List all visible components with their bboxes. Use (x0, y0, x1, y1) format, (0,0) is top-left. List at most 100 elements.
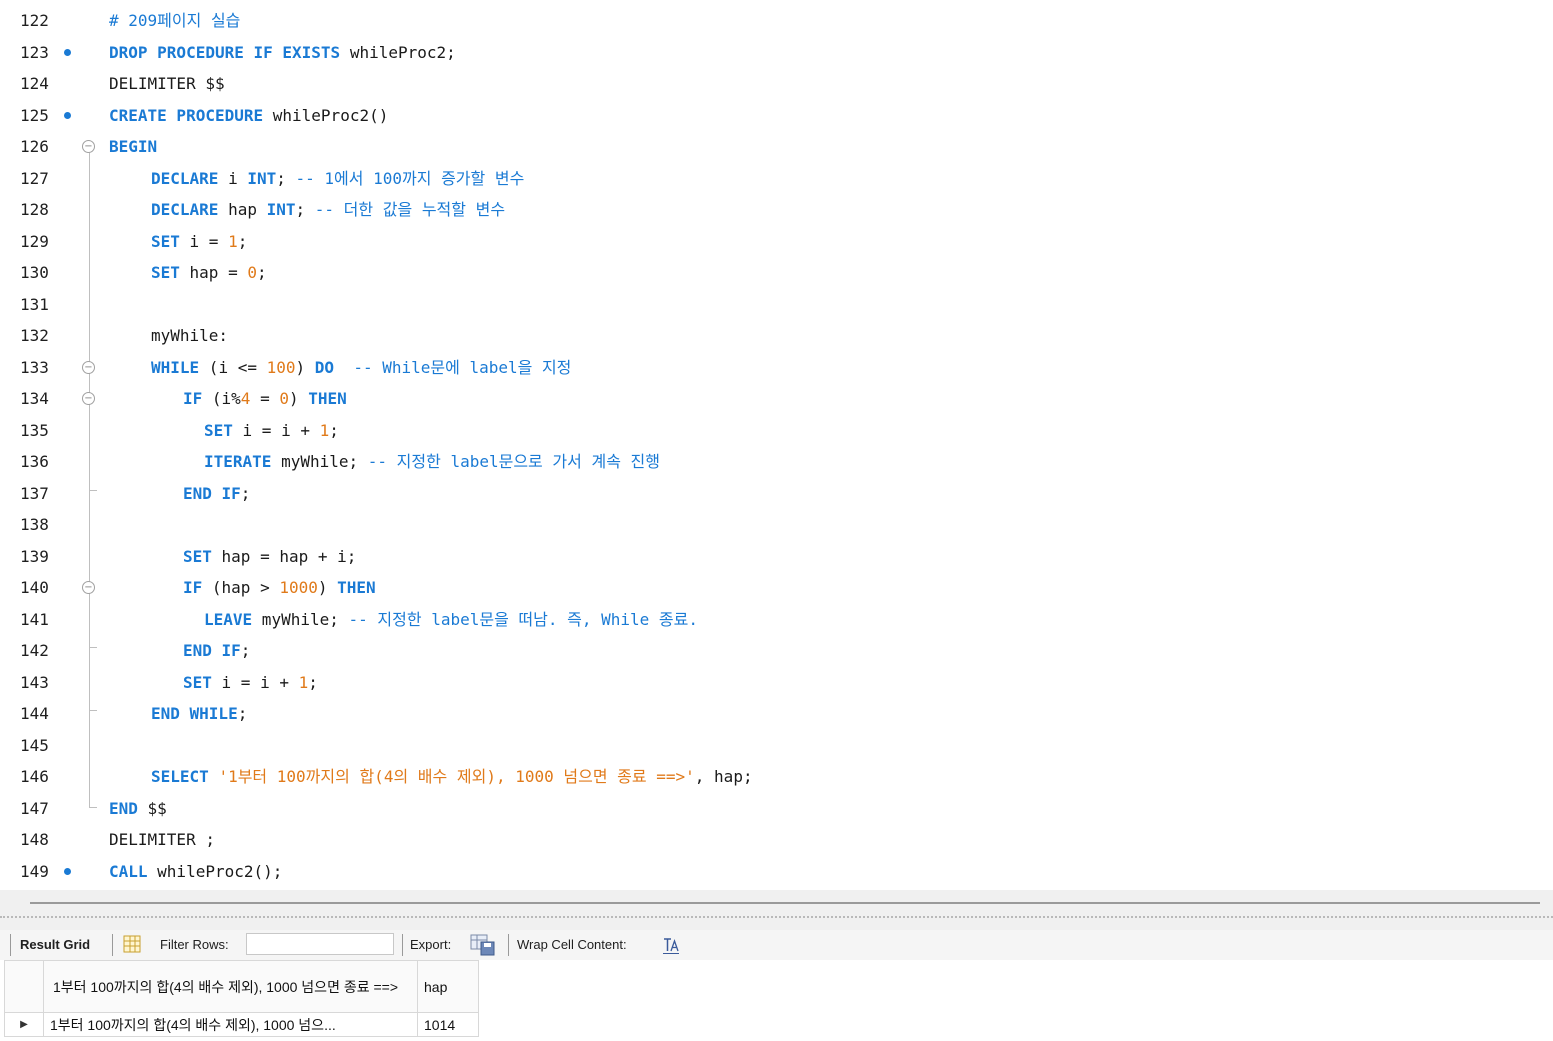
code-token: DELIMITER $$ (109, 74, 225, 93)
code-line[interactable]: 132 myWhile: (0, 320, 1553, 351)
code-text: SET i = i + 1; (204, 415, 339, 446)
code-token: (i <= (199, 357, 267, 377)
fold-toggle-icon[interactable]: − (82, 581, 95, 594)
code-line[interactable]: 124 DELIMITER $$ (0, 68, 1553, 99)
code-text: LEAVE myWhile; -- 지정한 label문을 떠남. 즉, Whi… (204, 604, 698, 635)
code-text: IF (i%4 = 0) THEN (183, 383, 347, 414)
code-token: SET (183, 546, 212, 566)
column-header-hap[interactable]: hap (417, 960, 479, 1013)
fold-end-marker (89, 800, 97, 808)
code-line[interactable]: 130 SET hap = 0; (0, 257, 1553, 288)
line-number: 125 (20, 105, 49, 125)
code-line[interactable]: 135 SET i = i + 1; (0, 415, 1553, 446)
column-header-label[interactable]: 1부터 100까지의 합(4의 배수 제외), 1000 넘으면 종료 ==> (43, 960, 418, 1013)
code-token: '1부터 100까지의 합(4의 배수 제외), 1000 넘으면 종료 ==>… (218, 767, 695, 786)
code-token: CREATE PROCEDURE (109, 105, 264, 125)
code-line[interactable]: 131 (0, 289, 1553, 320)
code-token: -- 1에서 100까지 증가할 변수 (295, 168, 525, 188)
code-line[interactable]: 133 WHILE (i <= 100) DO -- While문에 label을… (0, 352, 1553, 383)
table-row[interactable]: ▶ 1부터 100까지의 합(4의 배수 제외), 1000 넘으... 101… (4, 1012, 479, 1037)
line-number: 136 (20, 452, 49, 471)
code-line[interactable]: 144 END WHILE; (0, 698, 1553, 729)
code-line[interactable]: 143 SET i = i + 1; (0, 667, 1553, 698)
code-line[interactable]: 140 IF (hap > 1000) THEN (0, 572, 1553, 603)
code-token: DO (314, 357, 335, 377)
code-token: BEGIN (109, 137, 158, 156)
statement-marker-icon (64, 48, 71, 56)
toolbar-separator (508, 934, 509, 956)
code-text: END WHILE; (151, 698, 247, 729)
code-token: ; (295, 200, 315, 219)
sql-editor[interactable]: 122 # 209페이지 실습 123 DROP PROCEDURE IF EXIST… (0, 0, 1553, 890)
line-number: 141 (20, 609, 49, 629)
fold-toggle-icon[interactable]: − (82, 360, 95, 374)
code-line[interactable]: 145 (0, 730, 1553, 761)
filter-rows-input[interactable] (246, 933, 394, 955)
code-token: IF (183, 578, 203, 597)
result-grid: 1부터 100까지의 합(4의 배수 제외), 1000 넘으면 종료 ==> … (0, 960, 1553, 1041)
line-number: 142 (20, 641, 49, 660)
code-text: END IF; (183, 478, 250, 509)
code-line[interactable]: 122 # 209페이지 실습 (0, 5, 1553, 36)
code-token: DROP PROCEDURE IF EXISTS (109, 42, 341, 62)
code-line[interactable]: 128 DECLARE hap INT; -- 더한 값을 누적할 변수 (0, 194, 1553, 225)
splitter-bar (30, 902, 1540, 904)
code-line[interactable]: 137 END IF; (0, 478, 1553, 509)
code-line[interactable]: 146 SELECT '1부터 100까지의 합(4의 배수 제외), 1000 … (0, 761, 1553, 792)
code-line[interactable]: 148 DELIMITER ; (0, 824, 1553, 855)
code-line[interactable]: 126 BEGIN (0, 131, 1553, 162)
code-token: SET (183, 672, 212, 692)
export-icon[interactable] (470, 933, 496, 957)
code-line[interactable]: 129 SET i = 1; (0, 226, 1553, 257)
code-line[interactable]: 138 (0, 509, 1553, 540)
wrap-icon[interactable] (662, 936, 680, 954)
code-token: whileProc2() (263, 105, 389, 125)
fold-toggle-icon[interactable]: − (82, 140, 95, 153)
export-label: Export: (410, 937, 452, 952)
code-token: (hap > (202, 578, 280, 597)
code-line[interactable]: 139 SET hap = hap + i; (0, 541, 1553, 572)
code-token: 1 (228, 231, 238, 251)
code-token: THEN (337, 578, 376, 597)
statement-marker-icon (64, 111, 71, 119)
code-line[interactable]: 125 CREATE PROCEDURE whileProc2() (0, 100, 1553, 131)
code-token: ; (240, 483, 251, 503)
result-grid-tab[interactable]: Result Grid (20, 930, 90, 960)
code-text: SET hap = 0; (151, 257, 267, 288)
code-line[interactable]: 123 DROP PROCEDURE IF EXISTS whileProc2; (0, 37, 1553, 68)
panel-splitter[interactable] (0, 890, 1553, 930)
code-token: ITERATE (204, 452, 272, 471)
code-text: DELIMITER $$ (109, 68, 225, 99)
line-number: 137 (20, 483, 49, 503)
fold-toggle-icon[interactable]: − (82, 392, 95, 405)
statement-marker-icon (64, 867, 71, 875)
code-line[interactable]: 141 LEAVE myWhile; -- 지정한 label문을 떠남. 즉, … (0, 604, 1553, 635)
fold-end-marker (89, 704, 97, 711)
code-line[interactable]: 147 END $$ (0, 793, 1553, 824)
code-line[interactable]: 142 END IF; (0, 635, 1553, 666)
code-token: END IF (183, 641, 241, 660)
code-token: i = i + (211, 672, 299, 692)
result-cell-hap[interactable]: 1014 (417, 1012, 479, 1037)
line-number: 148 (20, 830, 49, 849)
toolbar-separator (112, 934, 113, 956)
code-text: SELECT '1부터 100까지의 합(4의 배수 제외), 1000 넘으면… (151, 761, 753, 792)
line-number: 144 (20, 704, 49, 723)
toolbar-separator (402, 934, 403, 956)
code-token: ; (240, 641, 251, 660)
line-number: 129 (20, 231, 49, 251)
line-number: 126 (20, 137, 49, 156)
result-cell-label[interactable]: 1부터 100까지의 합(4의 배수 제외), 1000 넘으... (43, 1012, 418, 1037)
code-line[interactable]: 127 DECLARE i INT; -- 1에서 100까지 증가할 변수 (0, 163, 1553, 194)
grid-icon[interactable] (122, 934, 142, 954)
code-line[interactable]: 149 CALL whileProc2(); (0, 856, 1553, 887)
code-line[interactable]: 136 ITERATE myWhile; -- 지정한 label문으로 가서 계… (0, 446, 1553, 477)
code-token: = (250, 389, 280, 408)
code-line[interactable]: 134 IF (i%4 = 0) THEN (0, 383, 1553, 414)
code-token: LEAVE (204, 609, 253, 629)
row-indicator: ▶ (4, 1012, 44, 1037)
toolbar-separator (10, 934, 11, 956)
code-token: myWhile; (252, 609, 349, 629)
code-token: hap (218, 200, 267, 219)
